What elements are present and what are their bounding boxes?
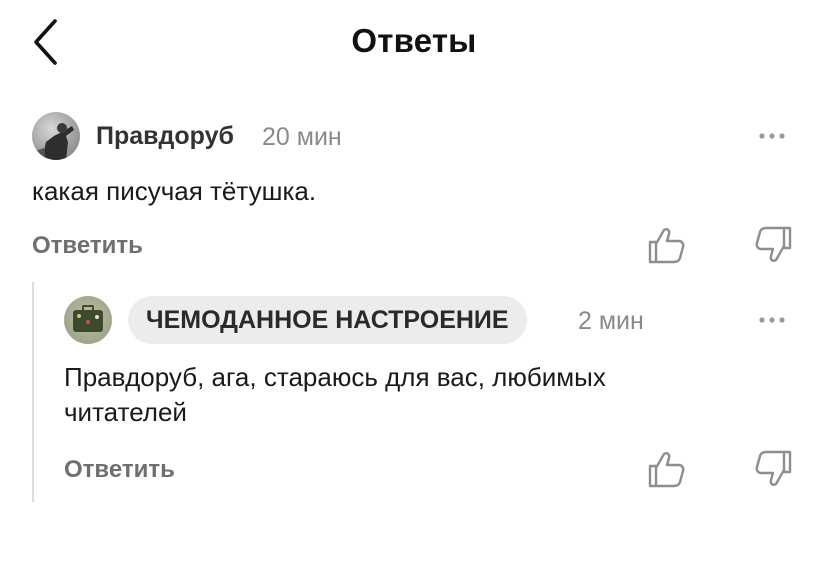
avatar-chemodannoe[interactable] bbox=[64, 296, 112, 344]
more-dots-icon bbox=[759, 317, 785, 323]
thumbs-down-icon bbox=[755, 450, 792, 486]
header: Ответы bbox=[0, 0, 828, 84]
thumbs-up-icon bbox=[648, 452, 685, 488]
comment-text: какая писучая тётушка. bbox=[32, 176, 317, 206]
thumbs-down-icon bbox=[755, 226, 792, 262]
page-title: Ответы bbox=[351, 22, 477, 59]
more-dots-icon bbox=[759, 133, 785, 139]
avatar-image bbox=[32, 112, 80, 160]
comment-time: 20 мин bbox=[262, 123, 342, 151]
dislike-button[interactable] bbox=[752, 224, 794, 266]
comment-author[interactable]: Правдоруб bbox=[96, 122, 234, 151]
avatar-pravdorub[interactable] bbox=[32, 112, 80, 160]
comment-time: 2 мин bbox=[578, 307, 644, 335]
thumbs-up-icon bbox=[648, 228, 685, 264]
like-button[interactable] bbox=[646, 448, 688, 490]
avatar-image bbox=[64, 296, 112, 344]
more-options-button[interactable] bbox=[756, 124, 792, 148]
dislike-button[interactable] bbox=[752, 448, 794, 490]
reply-button[interactable]: Ответить bbox=[64, 456, 175, 484]
reply-button[interactable]: Ответить bbox=[32, 232, 143, 260]
more-options-button[interactable] bbox=[756, 308, 792, 332]
like-button[interactable] bbox=[646, 224, 688, 266]
author-chip[interactable]: ЧЕМОДАННОЕ НАСТРОЕНИЕ bbox=[128, 296, 527, 344]
comment-text: Правдоруб, ага, стараюсь для вас, любимы… bbox=[64, 362, 606, 427]
thread-line bbox=[32, 282, 34, 502]
comment-author: ЧЕМОДАННОЕ НАСТРОЕНИЕ bbox=[146, 305, 509, 334]
